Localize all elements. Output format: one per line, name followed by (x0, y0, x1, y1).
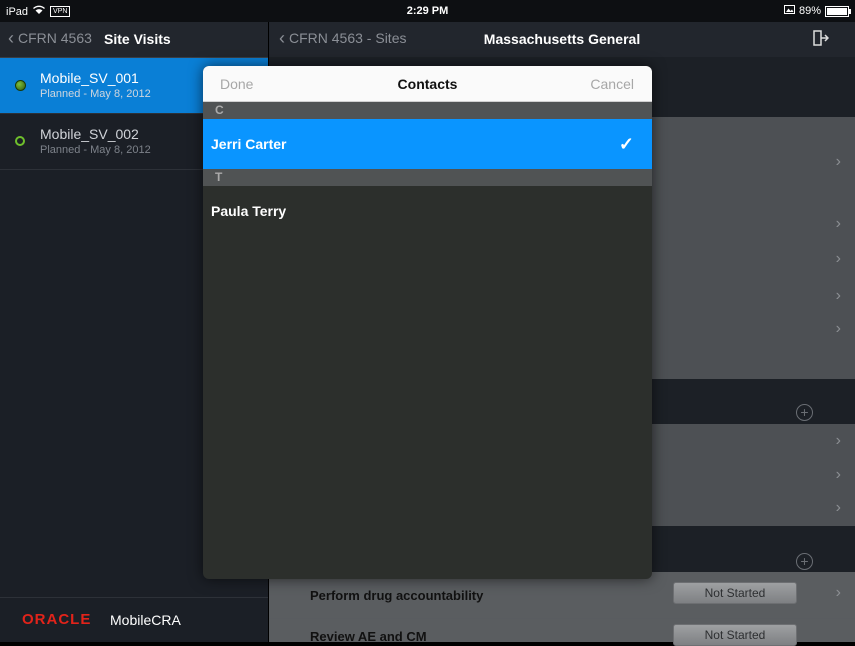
site-detail-navbar: ‹ CFRN 4563 - Sites Massachusetts Genera… (269, 22, 855, 58)
oracle-logo: ORACLE (22, 611, 92, 628)
chevron-right-icon[interactable]: › (836, 287, 841, 305)
logout-icon[interactable] (813, 30, 830, 46)
section-index-c: C (203, 102, 652, 119)
status-bar: iPad VPN 2:29 PM 89% (0, 0, 855, 22)
visit-status: Planned - May 8, 2012 (40, 144, 151, 156)
contact-row[interactable]: Paula Terry (203, 186, 652, 236)
visit-name: Mobile_SV_002 (40, 126, 139, 142)
tasks-section: Perform drug accountability Not Started … (269, 572, 855, 646)
status-dot-icon (15, 80, 26, 91)
add-icon[interactable]: + (796, 404, 813, 421)
add-icon[interactable]: + (796, 553, 813, 570)
product-name: MobileCRA (110, 612, 181, 628)
chevron-right-icon[interactable]: › (836, 320, 841, 338)
chevron-right-icon[interactable]: › (836, 250, 841, 268)
task-status-button[interactable]: Not Started (673, 624, 797, 646)
back-label: CFRN 4563 (18, 30, 92, 46)
battery-icon (825, 5, 851, 17)
contact-name: Jerri Carter (211, 136, 287, 152)
picker-title: Contacts (397, 76, 458, 92)
chevron-right-icon[interactable]: › (836, 466, 841, 484)
panel-title: Site Visits (104, 31, 171, 47)
visit-name: Mobile_SV_001 (40, 70, 139, 86)
cancel-button[interactable]: Cancel (590, 76, 634, 92)
checkmark-icon: ✓ (618, 134, 634, 154)
task-label[interactable]: Perform drug accountability (310, 588, 483, 603)
task-status-button[interactable]: Not Started (673, 582, 797, 604)
status-dot-icon (15, 136, 25, 146)
section-index-t: T (203, 169, 652, 186)
chevron-right-icon[interactable]: › (836, 584, 841, 602)
chevron-right-icon[interactable]: › (836, 215, 841, 233)
chevron-left-icon: ‹ (8, 28, 14, 48)
picker-header: Done Contacts Cancel (203, 66, 652, 102)
contact-row[interactable]: Jerri Carter ✓ (203, 119, 652, 169)
chevron-right-icon[interactable]: › (836, 153, 841, 171)
battery-percent: 89% (798, 5, 821, 17)
divider (269, 618, 855, 619)
visit-status: Planned - May 8, 2012 (40, 88, 151, 100)
site-visits-navbar: ‹ CFRN 4563 Site Visits (0, 22, 268, 58)
status-right: 89% (783, 5, 851, 17)
page-title: Massachusetts General (483, 31, 641, 47)
screen-lock-icon (783, 5, 795, 17)
battery-fill (827, 7, 847, 15)
chevron-right-icon[interactable]: › (836, 499, 841, 517)
back-button[interactable]: ‹ CFRN 4563 (8, 28, 92, 48)
app-footer: ORACLE MobileCRA (0, 597, 268, 642)
clock: 2:29 PM (406, 5, 449, 17)
contacts-picker: Done Contacts Cancel C Jerri Carter ✓ T … (203, 66, 652, 579)
chevron-right-icon[interactable]: › (836, 432, 841, 450)
contact-name: Paula Terry (211, 203, 287, 219)
